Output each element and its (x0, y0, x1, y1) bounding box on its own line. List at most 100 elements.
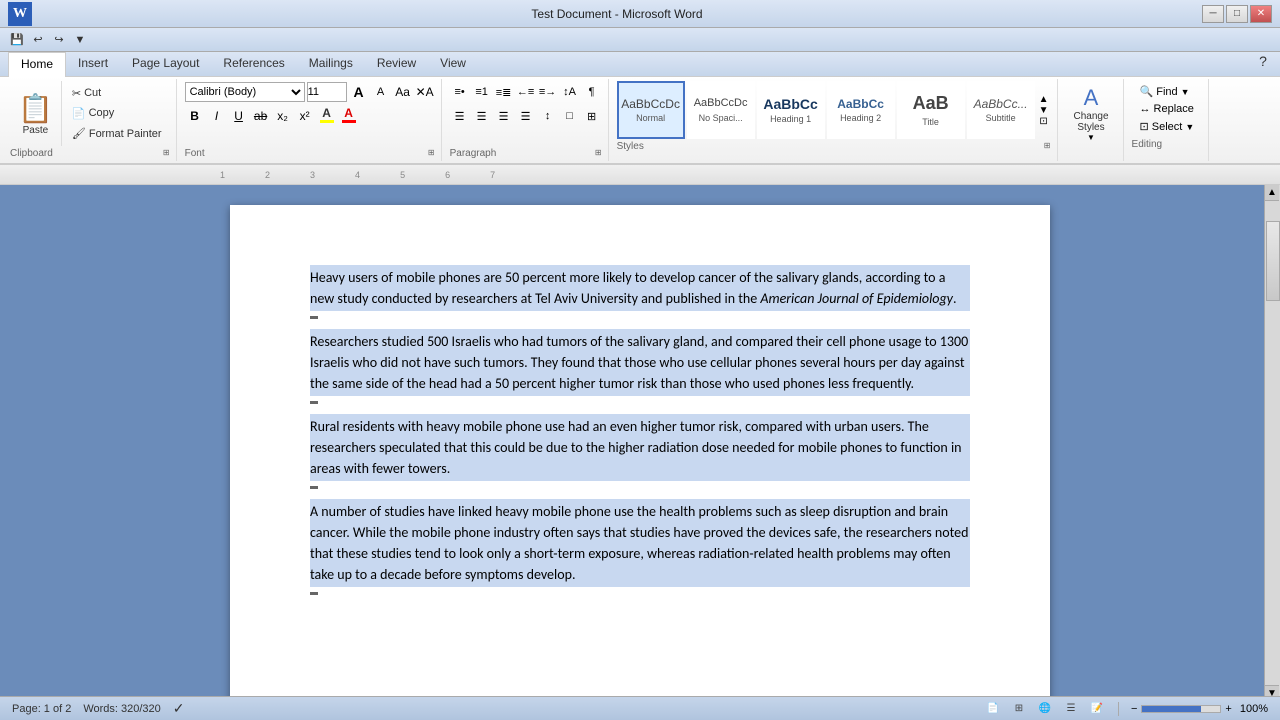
italic-text-1: American Journal of Epidemiology (760, 290, 953, 307)
tab-mailings[interactable]: Mailings (297, 52, 365, 76)
style-title-label: Title (922, 117, 939, 127)
line-spacing-button[interactable]: ↕ (538, 106, 558, 126)
ribbon-help-button[interactable]: ? (1254, 52, 1272, 70)
cut-icon: ✂ (72, 87, 81, 100)
clipboard-expand-button[interactable]: ⊞ (163, 148, 170, 157)
change-styles-arrow: ▼ (1087, 133, 1095, 142)
select-button[interactable]: ⊡ Select ▼ (1136, 118, 1199, 135)
style-heading2[interactable]: AaBbCc Heading 2 (827, 81, 895, 139)
maximize-button[interactable]: □ (1226, 5, 1248, 23)
style-normal[interactable]: AaBbCcDc Normal (617, 81, 685, 139)
paragraph-group: ≡• ≡1 ≡≣ ←≡ ≡→ ↕A ¶ ☰ ☰ ☰ ☰ ↕ □ ⊞ Paragr… (444, 79, 609, 161)
text-highlight-button[interactable]: A (317, 106, 337, 126)
redo-button[interactable]: ↪ (50, 31, 68, 49)
find-button[interactable]: 🔍 Find ▼ (1136, 83, 1199, 100)
shading-button[interactable]: □ (560, 106, 580, 126)
paste-button[interactable]: 📋 Paste (10, 81, 62, 146)
center-button[interactable]: ☰ (472, 106, 492, 126)
increase-indent-button[interactable]: ≡→ (538, 82, 558, 102)
customize-quick-access-button[interactable]: ▼ (71, 31, 89, 49)
style-nospace-preview: AaBbCcDc (694, 97, 748, 110)
print-layout-button[interactable]: 📄 (984, 700, 1002, 718)
change-case-button[interactable]: Aa (393, 82, 413, 102)
zoom-slider[interactable] (1141, 705, 1221, 713)
change-styles-button[interactable]: A ChangeStyles ▼ (1066, 81, 1117, 146)
strikethrough-button[interactable]: ab (251, 106, 271, 126)
styles-expand-button[interactable]: ⊞ (1044, 141, 1051, 150)
scrollbar-vertical[interactable]: ▲ ▼ (1264, 185, 1280, 701)
paragraph-2: Researchers studied 500 Israelis who had… (310, 329, 970, 396)
document-page[interactable]: Heavy users of mobile phones are 50 perc… (230, 205, 1050, 701)
superscript-button[interactable]: x² (295, 106, 315, 126)
web-layout-button[interactable]: 🌐 (1036, 700, 1054, 718)
cut-button[interactable]: ✂ Cut (68, 86, 166, 101)
paste-icon: 📋 (18, 92, 53, 125)
justify-button[interactable]: ☰ (516, 106, 536, 126)
copy-button[interactable]: 📄 Copy (68, 106, 166, 121)
bold-button[interactable]: B (185, 106, 205, 126)
save-button[interactable]: 💾 (8, 31, 26, 49)
tab-insert[interactable]: Insert (66, 52, 120, 76)
style-no-spacing[interactable]: AaBbCcDc No Spaci... (687, 81, 755, 139)
subscript-button[interactable]: x₂ (273, 106, 293, 126)
increase-font-size-button[interactable]: A (349, 82, 369, 102)
paragraph-3: Rural residents with heavy mobile phone … (310, 414, 970, 481)
font-group: Calibri (Body) A A Aa ✕A B I U ab x₂ x² … (179, 79, 442, 161)
status-left: Page: 1 of 2 Words: 320/320 ✓ (12, 700, 185, 717)
style-heading1[interactable]: AaBbCc Heading 1 (757, 81, 825, 139)
zoom-out-button[interactable]: − (1131, 703, 1137, 715)
decrease-indent-button[interactable]: ←≡ (516, 82, 536, 102)
align-left-button[interactable]: ☰ (450, 106, 470, 126)
change-styles-icon: A (1084, 85, 1099, 111)
decrease-font-size-button[interactable]: A (371, 82, 391, 102)
bullets-button[interactable]: ≡• (450, 82, 470, 102)
style-subtitle[interactable]: AaBbCc... Subtitle (967, 81, 1035, 139)
sort-button[interactable]: ↕A (560, 82, 580, 102)
tab-home[interactable]: Home (8, 52, 66, 77)
styles-down-arrow[interactable]: ▼ (1039, 105, 1049, 116)
style-h2-label: Heading 2 (840, 113, 881, 123)
font-expand-button[interactable]: ⊞ (428, 148, 435, 157)
replace-icon: ↔ (1140, 103, 1151, 115)
close-button[interactable]: ✕ (1250, 5, 1272, 23)
font-size-input[interactable] (307, 82, 347, 102)
font-color-button[interactable]: A (339, 106, 359, 126)
styles-more-button[interactable]: ⊡ (1039, 116, 1047, 127)
outline-button[interactable]: ☰ (1062, 700, 1080, 718)
borders-button[interactable]: ⊞ (582, 106, 602, 126)
styles-scroll-arrows[interactable]: ▲ ▼ ⊡ (1037, 94, 1051, 127)
replace-button[interactable]: ↔ Replace (1136, 101, 1199, 117)
font-controls: Calibri (Body) A A Aa ✕A B I U ab x₂ x² … (185, 81, 435, 146)
tab-page-layout[interactable]: Page Layout (120, 52, 211, 76)
multilevel-list-button[interactable]: ≡≣ (494, 82, 514, 102)
scroll-up-button[interactable]: ▲ (1265, 185, 1279, 201)
paragraph-controls: ≡• ≡1 ≡≣ ←≡ ≡→ ↕A ¶ ☰ ☰ ☰ ☰ ↕ □ ⊞ (450, 81, 602, 146)
status-bar: Page: 1 of 2 Words: 320/320 ✓ 📄 ⊞ 🌐 ☰ 📝 … (0, 696, 1280, 720)
style-title[interactable]: AaB Title (897, 81, 965, 139)
spelling-check-icon[interactable]: ✓ (173, 700, 185, 717)
clipboard-sub: ✂ Cut 📄 Copy 🖌 Format Painter (64, 81, 170, 146)
font-family-select[interactable]: Calibri (Body) (185, 82, 305, 102)
editing-label: Editing (1132, 137, 1163, 150)
styles-group: AaBbCcDc Normal AaBbCcDc No Spaci... AaB… (611, 79, 1058, 161)
minimize-button[interactable]: ─ (1202, 5, 1224, 23)
change-styles-label: ChangeStyles (1074, 111, 1109, 133)
clear-formatting-button[interactable]: ✕A (415, 82, 435, 102)
draft-button[interactable]: 📝 (1088, 700, 1106, 718)
full-screen-button[interactable]: ⊞ (1010, 700, 1028, 718)
underline-button[interactable]: U (229, 106, 249, 126)
show-hide-button[interactable]: ¶ (582, 82, 602, 102)
format-painter-button[interactable]: 🖌 Format Painter (68, 126, 166, 141)
find-arrow: ▼ (1181, 87, 1190, 97)
numbering-button[interactable]: ≡1 (472, 82, 492, 102)
undo-button[interactable]: ↩ (29, 31, 47, 49)
italic-button[interactable]: I (207, 106, 227, 126)
styles-up-arrow[interactable]: ▲ (1039, 94, 1049, 105)
scroll-thumb[interactable] (1266, 221, 1280, 301)
zoom-in-button[interactable]: + (1225, 703, 1231, 715)
tab-review[interactable]: Review (365, 52, 428, 76)
tab-references[interactable]: References (211, 52, 296, 76)
tab-view[interactable]: View (428, 52, 478, 76)
paragraph-expand-button[interactable]: ⊞ (595, 148, 602, 157)
align-right-button[interactable]: ☰ (494, 106, 514, 126)
